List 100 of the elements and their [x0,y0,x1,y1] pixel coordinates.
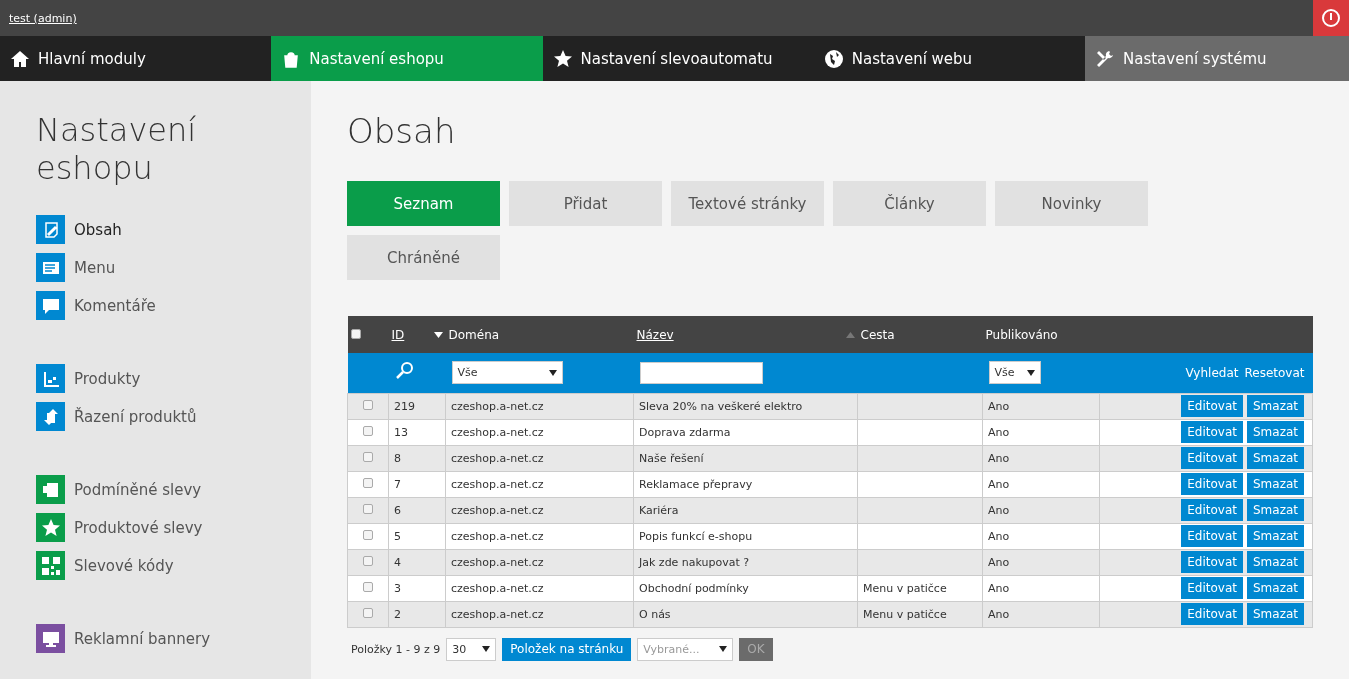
delete-button[interactable]: Smazat [1246,525,1304,547]
table-cell: 2 [394,607,401,621]
row-checkbox[interactable] [363,425,373,436]
bulk-action-select[interactable]: Vybrané... [637,637,734,661]
table-cell: czeshop.a-net.cz [451,529,544,543]
delete-button[interactable]: Smazat [1246,447,1304,469]
table-cell: 7 [394,477,401,491]
edit-button[interactable]: Editovat [1181,603,1243,625]
nav-tab[interactable]: Nastavení eshopu [271,36,543,81]
table-cell: 13 [394,425,408,439]
table-cell: Obchodní podmínky [639,581,749,595]
table-cell: Kariéra [639,503,679,517]
item-count: Položky 1 - 9 z 9 [351,642,441,656]
table-cell: Ano [988,451,1010,465]
column-header: Doména [448,327,500,342]
edit-button[interactable]: Editovat [1181,499,1243,521]
sidebar-item[interactable]: Reklamní bannery [36,624,311,653]
table-cell: Ano [988,477,1010,491]
table-cell: O nás [639,607,671,621]
sidebar-label: Menu [74,258,116,277]
star-icon [552,48,573,69]
tab[interactable]: Textové stránky [671,181,824,226]
table-cell: Reklamace přepravy [639,477,753,491]
edit-button[interactable]: Editovat [1181,525,1243,547]
reset-link[interactable]: Resetovat [1244,365,1305,380]
sidebar-item[interactable]: Řazení produktů [36,402,311,431]
table-cell: Menu v patičce [863,607,947,621]
per-page-button[interactable]: Položek na stránku [502,637,632,661]
globe-icon [823,48,844,69]
delete-button[interactable]: Smazat [1246,395,1304,417]
table-cell: Menu v patičce [863,581,947,595]
sidebar-item[interactable]: Produktové slevy [36,513,311,542]
tab[interactable]: Přidat [509,181,662,226]
caret-icon [719,646,728,652]
table-cell: Popis funkcí e-shopu [639,529,753,543]
table-cell: Ano [988,425,1010,439]
tab[interactable]: Novinky [995,181,1148,226]
row-checkbox[interactable] [363,503,373,514]
tab[interactable]: Chráněné [347,235,500,280]
table-cell: czeshop.a-net.cz [451,451,544,465]
edit-button[interactable]: Editovat [1181,577,1243,599]
user-link[interactable]: test (admin) [9,11,77,25]
sidebar-label: Řazení produktů [74,407,197,426]
table-cell: Ano [988,581,1010,595]
delete-button[interactable]: Smazat [1246,473,1304,495]
sidebar-item[interactable]: Podmíněné slevy [36,475,311,504]
caret-icon [548,369,557,376]
table-cell: Ano [988,399,1010,413]
sidebar-label: Produkty [74,369,141,388]
delete-button[interactable]: Smazat [1246,421,1304,443]
row-checkbox[interactable] [363,399,373,410]
sidebar-item[interactable]: Produkty [36,364,311,393]
delete-button[interactable]: Smazat [1246,577,1304,599]
row-checkbox[interactable] [363,451,373,462]
published-select[interactable]: Vše [988,361,1041,385]
sidebar-item[interactable]: Menu [36,253,311,282]
table-cell: czeshop.a-net.cz [451,607,544,621]
row-checkbox[interactable] [363,555,373,566]
search-link[interactable]: Vyhledat [1185,365,1239,380]
page-title: Obsah [347,111,457,151]
caret-icon [1026,369,1035,376]
row-checkbox[interactable] [363,607,373,618]
table-cell: czeshop.a-net.cz [451,503,544,517]
table-cell: 5 [394,529,401,543]
ok-button[interactable]: OK [739,637,773,661]
table-cell: 6 [394,503,401,517]
column-sort-link[interactable]: ID [391,327,405,342]
table-cell: czeshop.a-net.cz [451,581,544,595]
row-checkbox[interactable] [363,477,373,488]
tab[interactable]: Seznam [347,181,500,226]
table-cell: 8 [394,451,401,465]
nav-tab[interactable]: Nastavení systému [1085,36,1349,81]
edit-button[interactable]: Editovat [1181,473,1243,495]
row-checkbox[interactable] [363,529,373,540]
delete-button[interactable]: Smazat [1246,499,1304,521]
table-cell: Doprava zdarma [639,425,731,439]
table-cell: czeshop.a-net.cz [451,425,544,439]
delete-button[interactable]: Smazat [1246,603,1304,625]
domain-select[interactable]: Vše [451,361,563,385]
edit-button[interactable]: Editovat [1181,421,1243,443]
edit-button[interactable]: Editovat [1181,395,1243,417]
name-filter-field[interactable] [639,361,763,384]
table-cell: 3 [394,581,401,595]
column-sort-link[interactable]: Název [636,327,674,342]
sidebar-item[interactable]: Obsah [36,215,311,244]
column-header: Cesta [860,327,895,342]
delete-button[interactable]: Smazat [1246,551,1304,573]
sidebar-item[interactable]: Slevové kódy [36,551,311,580]
table-cell: Sleva 20% na veškeré elektro [639,399,803,413]
row-checkbox[interactable] [363,581,373,592]
edit-button[interactable]: Editovat [1181,551,1243,573]
per-page-select[interactable]: 30 [446,637,497,661]
caret-icon [482,646,491,652]
table-cell: 219 [394,399,415,413]
select-all-checkbox[interactable] [350,328,361,339]
sidebar-item[interactable]: Komentáře [36,291,311,320]
power-button[interactable] [1313,0,1349,36]
tab[interactable]: Články [833,181,986,226]
table-cell: Ano [988,607,1010,621]
edit-button[interactable]: Editovat [1181,447,1243,469]
